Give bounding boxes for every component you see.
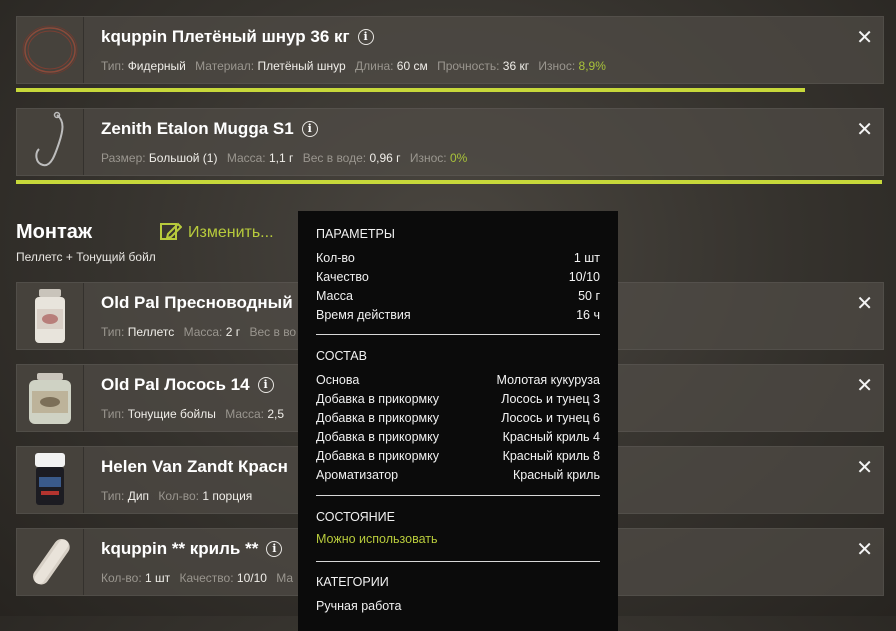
- tooltip-state: СОСТОЯНИЕ Можно использовать: [316, 510, 600, 546]
- param-row: Кол-во 1 шт: [316, 251, 600, 265]
- close-icon[interactable]: ✕: [856, 291, 873, 315]
- close-icon[interactable]: ✕: [856, 25, 873, 49]
- item-title: Old Pal Пресноводный: [101, 293, 293, 312]
- wear-bar-hook: [16, 180, 882, 184]
- section-heading: СОСТОЯНИЕ: [316, 510, 395, 524]
- item-title: Zenith Etalon Mugga S1 i: [101, 119, 318, 139]
- tooltip-composition: СОСТАВ Основа Молотая кукуруза Добавка в …: [316, 349, 600, 485]
- close-icon[interactable]: ✕: [856, 117, 873, 141]
- info-icon[interactable]: i: [257, 377, 274, 393]
- composition-row: Добавка в прикормку Лосось и тунец 6: [316, 411, 600, 425]
- close-icon[interactable]: ✕: [856, 537, 873, 561]
- tooltip-params: ПАРАМЕТРЫ Кол-во 1 шт Качество 10/10 Масса…: [316, 227, 600, 325]
- divider: [316, 334, 600, 335]
- item-card-hook[interactable]: Zenith Etalon Mugga S1 i Размер: Большой …: [16, 108, 884, 176]
- composition-row: Добавка в прикормку Красный криль 8: [316, 449, 600, 463]
- item-title: Old Pal Лосось 14 i: [101, 375, 274, 395]
- composition-row: Основа Молотая кукуруза: [316, 373, 600, 387]
- item-title: kquppin Плетёный шнур 36 кг i: [101, 27, 374, 47]
- dip-thumbnail: [17, 447, 84, 513]
- category-value: Ручная работа: [316, 599, 402, 613]
- composition-row: Добавка в прикормку Красный криль 4: [316, 430, 600, 444]
- divider: [316, 495, 600, 496]
- item-meta: Тип: Дип Кол-во: 1 порция: [101, 489, 253, 503]
- line-thumbnail: [17, 17, 84, 83]
- item-meta: Размер: Большой (1) Масса: 1,1 г Вес в в…: [101, 151, 468, 165]
- info-icon[interactable]: i: [301, 121, 318, 137]
- section-heading: СОСТАВ: [316, 349, 367, 363]
- hook-thumbnail: [17, 109, 84, 175]
- item-card-line[interactable]: kquppin Плетёный шнур 36 кг i Тип: Фидерн…: [16, 16, 884, 84]
- info-icon[interactable]: i: [266, 541, 283, 557]
- param-row: Масса 50 г: [316, 289, 600, 303]
- close-icon[interactable]: ✕: [856, 373, 873, 397]
- section-heading: ПАРАМЕТРЫ: [316, 227, 395, 241]
- groundbait-thumbnail: [17, 529, 84, 595]
- param-row: Качество 10/10: [316, 270, 600, 284]
- composition-row: Добавка в прикормку Лосось и тунец 3: [316, 392, 600, 406]
- close-icon[interactable]: ✕: [856, 455, 873, 479]
- wear-bar-line: [16, 88, 805, 92]
- composition-row: Ароматизатор Красный криль: [316, 468, 600, 482]
- montage-subtitle: Пеллетс + Тонущий бойл: [16, 250, 156, 264]
- edit-button[interactable]: Изменить...: [160, 221, 274, 242]
- pellets-jar-thumbnail: [17, 283, 84, 349]
- tooltip-categories: КАТЕГОРИИ Ручная работа: [316, 575, 600, 616]
- info-icon[interactable]: i: [357, 29, 374, 45]
- param-row: Время действия 16 ч: [316, 308, 600, 322]
- state-value: Можно использовать: [316, 532, 438, 546]
- section-heading: КАТЕГОРИИ: [316, 575, 389, 589]
- boilies-jar-thumbnail: [17, 365, 84, 431]
- section-title: Монтаж: [16, 221, 93, 243]
- item-meta: Кол-во: 1 шт Качество: 10/10 Ма: [101, 571, 294, 585]
- edit-icon: [160, 222, 183, 240]
- divider: [316, 561, 600, 562]
- item-meta: Тип: Фидерный Материал: Плетёный шнур Дл…: [101, 59, 606, 73]
- item-meta: Тип: Тонущие бойлы Масса: 2,5: [101, 407, 285, 421]
- item-meta: Тип: Пеллетс Масса: 2 г Вес в во: [101, 325, 297, 339]
- item-title: kquppin ** криль ** i: [101, 539, 283, 559]
- item-title: Helen Van Zandt Красн: [101, 457, 288, 476]
- item-tooltip: ПАРАМЕТРЫ Кол-во 1 шт Качество 10/10 Масса…: [298, 211, 618, 631]
